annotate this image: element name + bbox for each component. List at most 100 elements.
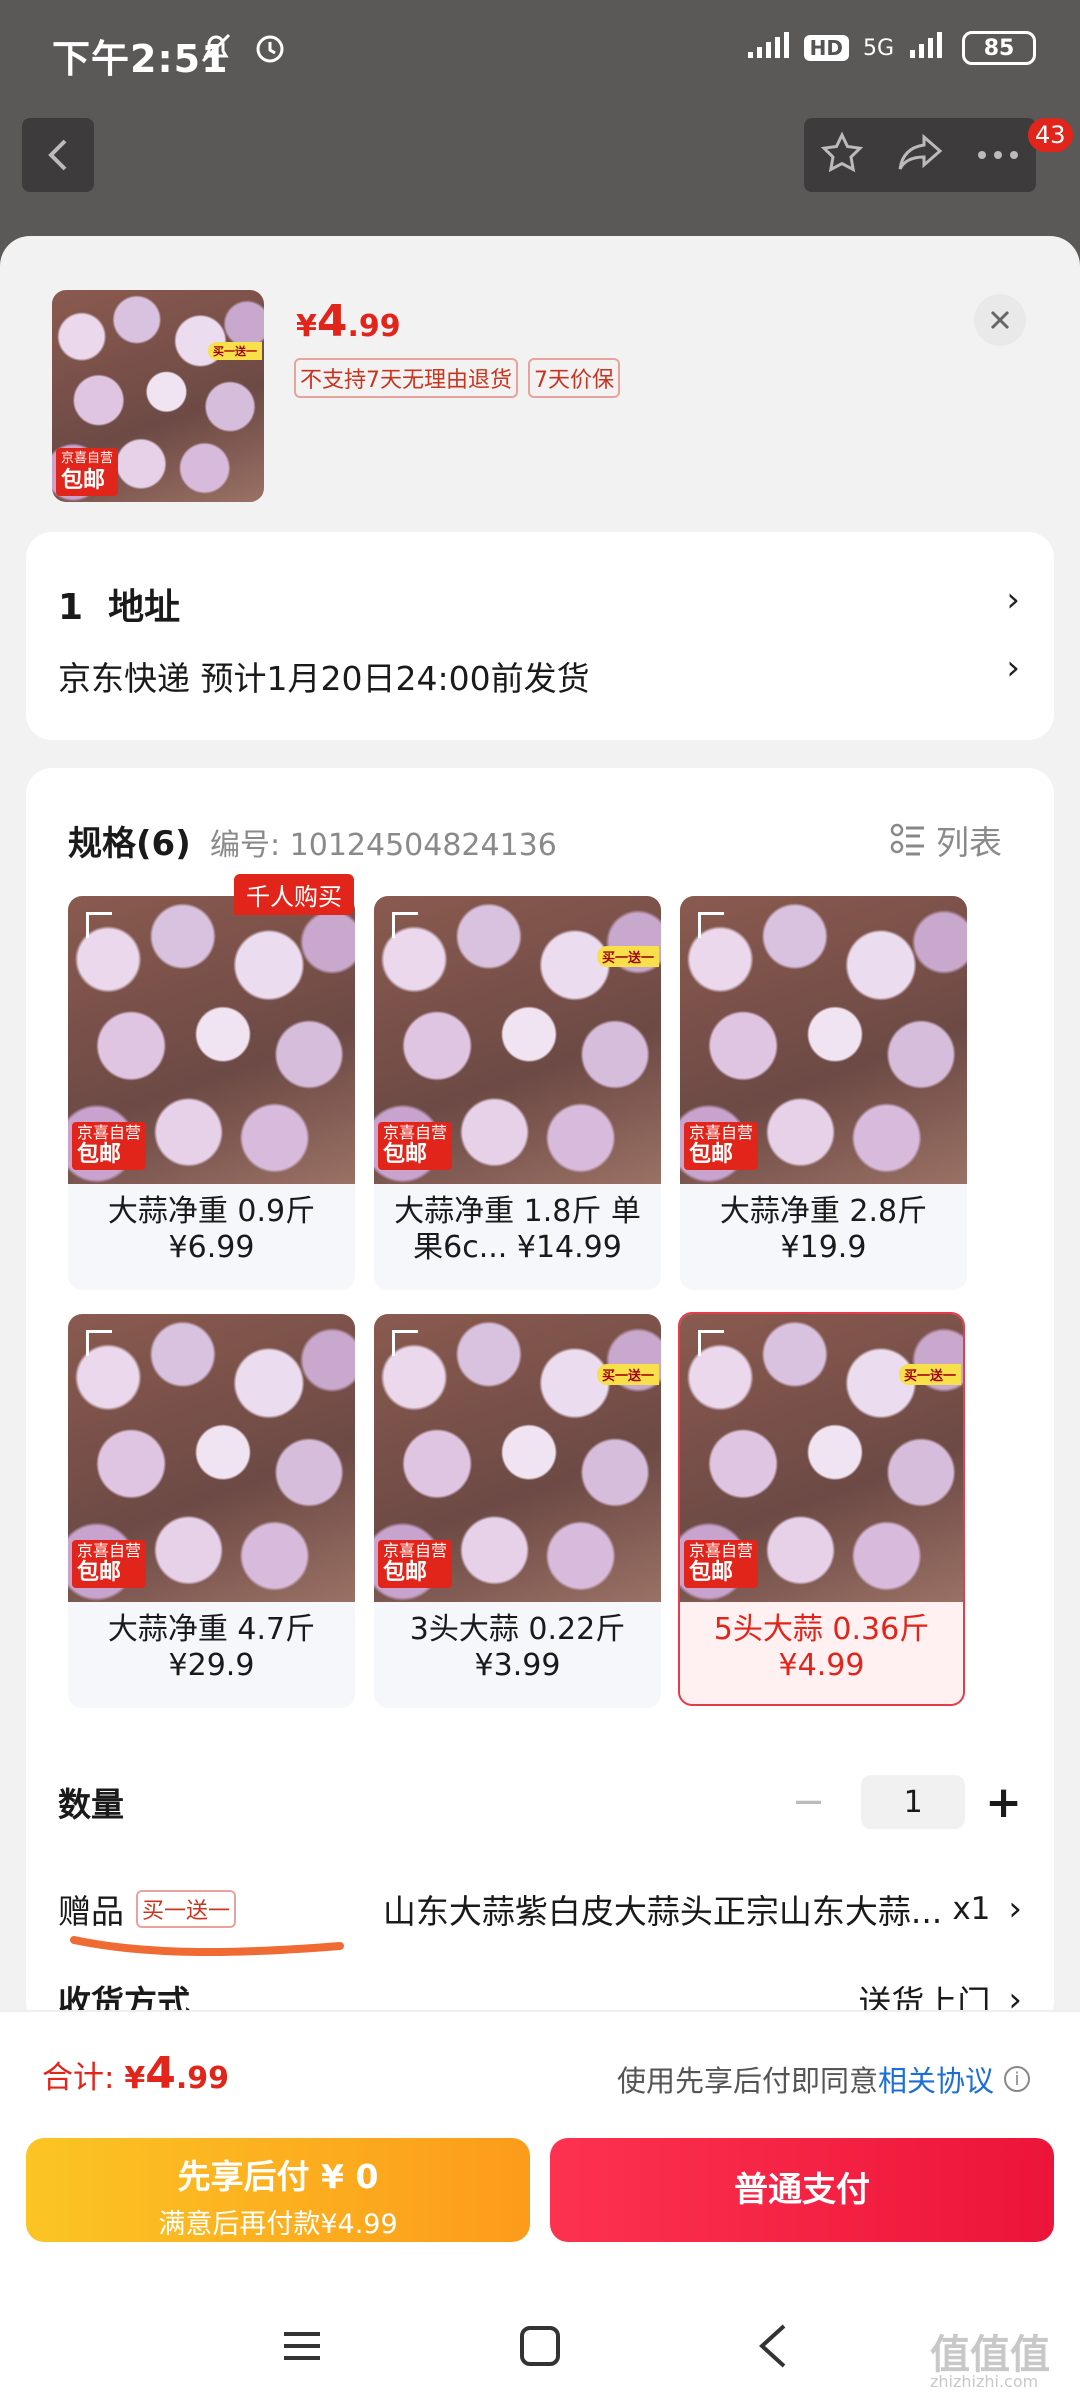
expand-icon[interactable] xyxy=(392,1330,418,1356)
share-button[interactable] xyxy=(896,133,944,177)
pay-later-subtitle: 满意后再付款¥4.99 xyxy=(158,2209,398,2240)
expand-icon[interactable] xyxy=(86,1330,112,1356)
jd-self-tag: 京喜自营 包邮 xyxy=(378,1540,453,1588)
menu-icon xyxy=(284,2332,320,2360)
spec-code: 编号: 10124504824136 xyxy=(210,828,557,863)
hot-sale-tag: 千人购买 xyxy=(234,874,354,915)
more-button[interactable] xyxy=(976,146,1020,165)
more-icon xyxy=(978,150,1018,159)
price-symbol: ¥ xyxy=(296,309,317,344)
spec-label: 大蒜净重 4.7斤 ¥29.9 xyxy=(107,1612,316,1683)
top-actions xyxy=(804,118,1036,192)
back-nav-button[interactable] xyxy=(756,2322,790,2374)
info-icon[interactable]: i xyxy=(1004,2066,1030,2092)
product-thumbnail[interactable]: 买一送一 京喜自营 包邮 xyxy=(52,290,264,502)
battery-level: 85 xyxy=(983,35,1015,61)
increase-button[interactable]: + xyxy=(985,1777,1022,1828)
jd-self-label: 京喜自营 xyxy=(383,1541,448,1560)
spec-label: 5头大蒜 0.36斤 ¥4.99 xyxy=(713,1612,930,1683)
checkout-bar: 合计: ¥4.99 使用先享后付即同意 相关协议 i 先享后付 ¥ 0 满意后再付… xyxy=(0,2010,1080,2400)
delivery-estimate: 京东快递 预计1月20日24:00前发货 xyxy=(58,659,590,698)
service-tags: 不支持7天无理由退货 7天价保 xyxy=(294,358,620,398)
jd-self-label: 京喜自营 xyxy=(383,1123,448,1142)
quantity-row: 数量 − 1 + xyxy=(58,1774,1022,1830)
spec-title: 规格(6) xyxy=(68,824,191,864)
gift-quantity: x1 xyxy=(952,1891,991,1927)
buy-one-get-one-tag: 买一送一 xyxy=(596,946,659,967)
free-shipping-label: 包邮 xyxy=(689,1142,734,1167)
quantity-input[interactable]: 1 xyxy=(861,1775,966,1829)
home-button[interactable] xyxy=(518,2324,562,2372)
quantity-label: 数量 xyxy=(58,1785,124,1824)
gift-tag: 买一送一 xyxy=(136,1890,237,1928)
buy-one-get-one-tag: 买一送一 xyxy=(898,1364,961,1385)
home-icon xyxy=(520,2326,560,2366)
jd-self-tag: 京喜自营 包邮 xyxy=(684,1122,759,1170)
decrease-button[interactable]: − xyxy=(792,1779,826,1825)
spec-option[interactable]: 京喜自营 包邮 大蒜净重 2.8斤 ¥19.9 xyxy=(680,896,967,1290)
total-symbol: ¥ xyxy=(124,2061,146,2096)
chevron-left-icon xyxy=(48,139,67,171)
jd-self-tag: 京喜自营 包邮 xyxy=(72,1122,147,1170)
free-shipping-label: 包邮 xyxy=(383,1142,428,1167)
agreement-link[interactable]: 相关协议 xyxy=(878,2058,994,2100)
hd-icon: HD xyxy=(803,35,849,61)
buy-one-get-one-tag: 买一送一 xyxy=(596,1364,659,1385)
free-shipping-label: 包邮 xyxy=(689,1560,734,1585)
back-button[interactable] xyxy=(22,118,94,192)
status-bar: 下午2:51 HD 5G 85 xyxy=(0,0,1080,100)
gift-name: 山东大蒜紫白皮大蒜头正宗山东大蒜... xyxy=(382,1892,943,1931)
mute-icon xyxy=(198,30,234,75)
divider xyxy=(0,2010,1080,2012)
total-price: 合计: ¥4.99 xyxy=(42,2048,229,2099)
spec-label: 大蒜净重 1.8斤 单果6c... ¥14.99 xyxy=(394,1194,641,1265)
back-icon xyxy=(759,2324,786,2368)
sku-sheet: 买一送一 京喜自营 包邮 ¥4.99 不支持7天无理由退货 7天价保 1 地址 ›… xyxy=(0,236,1080,2010)
agreement-prefix: 使用先享后付即同意 xyxy=(616,2064,878,2098)
shipping-label: 收货方式 xyxy=(58,1983,190,2010)
signal-5g-icon xyxy=(908,30,948,66)
handwritten-underline xyxy=(70,1936,344,1957)
expand-icon[interactable] xyxy=(698,1330,724,1356)
star-icon xyxy=(820,131,864,173)
product-price: ¥4.99 xyxy=(296,296,401,347)
spec-option[interactable]: 京喜自营 包邮 大蒜净重 0.9斤 ¥6.99 xyxy=(68,896,355,1290)
expand-icon[interactable] xyxy=(392,912,418,938)
notification-badge: 43 xyxy=(1028,118,1073,152)
list-icon xyxy=(890,823,924,856)
close-button[interactable] xyxy=(974,294,1026,346)
shipping-row[interactable]: 收货方式 送货上门 › xyxy=(58,1972,1022,2010)
share-icon xyxy=(898,133,943,170)
menu-button[interactable] xyxy=(282,2326,322,2370)
free-shipping-label: 包邮 xyxy=(383,1560,428,1585)
free-shipping-label: 包邮 xyxy=(77,1560,122,1585)
total-integer: 4 xyxy=(145,2048,176,2099)
chevron-right-icon: › xyxy=(1006,580,1020,620)
watermark-url: zhizhizhi.com xyxy=(930,2372,1039,2391)
price-decimal: .99 xyxy=(347,309,401,344)
price-protect-tag: 7天价保 xyxy=(528,358,620,398)
jd-self-label: 京喜自营 xyxy=(61,451,114,466)
list-view-toggle[interactable]: 列表 xyxy=(890,816,1002,864)
spec-label: 大蒜净重 0.9斤 ¥6.99 xyxy=(107,1194,316,1265)
total-label: 合计: xyxy=(42,2060,125,2096)
normal-pay-button[interactable]: 普通支付 xyxy=(550,2138,1054,2242)
spec-option[interactable]: 京喜自营 包邮 大蒜净重 4.7斤 ¥29.9 xyxy=(68,1314,355,1708)
top-navigation: 43 xyxy=(0,118,1080,194)
spec-option-selected[interactable]: 买一送一 京喜自营 包邮 5头大蒜 0.36斤 ¥4.99 xyxy=(678,1312,965,1706)
favorite-button[interactable] xyxy=(820,131,864,179)
close-icon xyxy=(990,310,1010,330)
pay-later-button[interactable]: 先享后付 ¥ 0 满意后再付款¥4.99 xyxy=(26,2138,530,2242)
expand-icon[interactable] xyxy=(86,912,112,938)
chevron-right-icon: › xyxy=(1006,648,1020,688)
agreement-text: 使用先享后付即同意 相关协议 i xyxy=(617,2058,1030,2100)
spec-option[interactable]: 买一送一 京喜自营 包邮 大蒜净重 1.8斤 单果6c... ¥14.99 xyxy=(374,896,661,1290)
jd-self-tag: 京喜自营 包邮 xyxy=(684,1540,759,1588)
spec-option[interactable]: 买一送一 京喜自营 包邮 3头大蒜 0.22斤 ¥3.99 xyxy=(374,1314,661,1708)
pay-later-title: 先享后付 ¥ 0 xyxy=(177,2157,379,2196)
network-label: 5G xyxy=(862,35,894,61)
buy-one-get-one-tag: 买一送一 xyxy=(208,342,262,360)
list-view-label: 列表 xyxy=(936,823,1002,862)
address-card[interactable]: 1 地址 › 京东快递 预计1月20日24:00前发货 › xyxy=(26,532,1054,740)
expand-icon[interactable] xyxy=(698,912,724,938)
